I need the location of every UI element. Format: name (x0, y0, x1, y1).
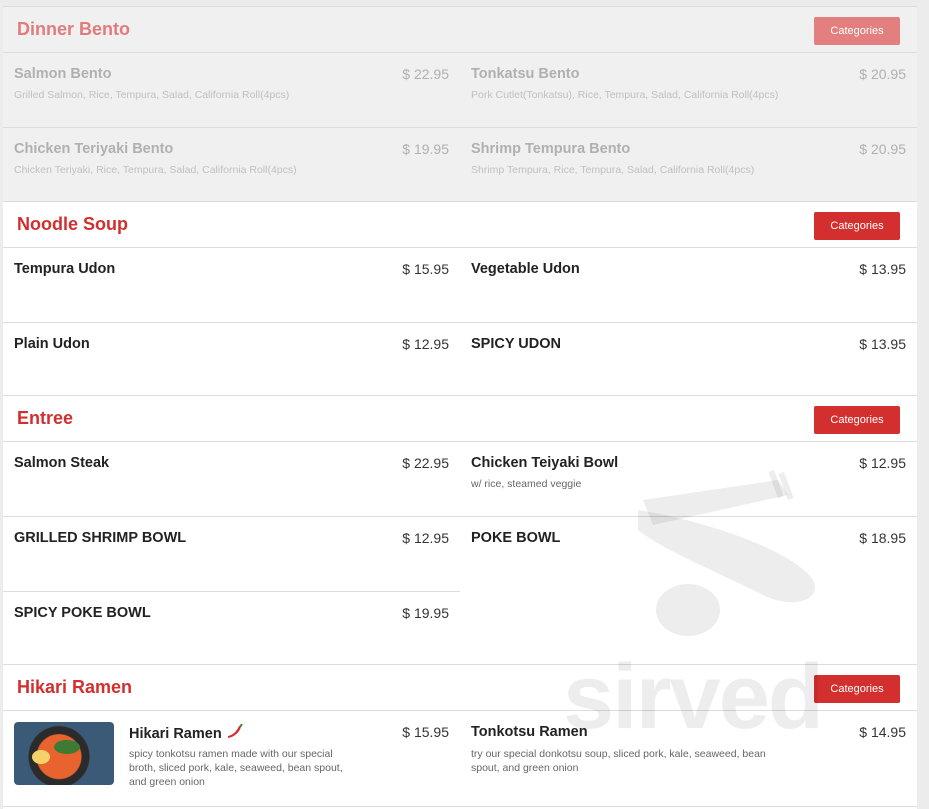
menu-item[interactable]: Hikari Ramen $ 15.95 spicy tonkotsu rame… (3, 711, 460, 807)
item-description: try our special donkotsu soup, sliced po… (471, 748, 766, 774)
ramen-photo (14, 722, 114, 785)
item-name: Chicken Teriyaki Bento (14, 141, 174, 157)
section-header: Dinner Bento Categories (3, 7, 917, 53)
section-entree: Entree Categories Salmon Steak $ 22.95 C… (3, 395, 917, 665)
item-description: Shrimp Tempura, Rice, Tempura, Salad, Ca… (471, 164, 755, 176)
menu-item[interactable]: SPICY POKE BOWL $ 19.95 (3, 592, 460, 666)
item-description: w/ rice, steamed veggie (471, 478, 582, 490)
section-dinner-bento: Dinner Bento Categories Salmon Bento $ 2… (3, 6, 917, 202)
item-price: $ 15.95 (402, 724, 449, 740)
menu-item[interactable]: Salmon Bento $ 22.95 Grilled Salmon, Ric… (3, 53, 460, 128)
item-name: Tempura Udon (14, 261, 116, 277)
menu-item[interactable]: Vegetable Udon $ 13.95 (460, 248, 917, 323)
item-description: Grilled Salmon, Rice, Tempura, Salad, Ca… (14, 89, 290, 101)
item-description: spicy tonkotsu ramen made with our speci… (129, 748, 343, 788)
menu-item[interactable]: Shrimp Tempura Bento $ 20.95 Shrimp Temp… (460, 128, 917, 202)
item-price: $ 22.95 (402, 66, 449, 82)
item-price: $ 12.95 (402, 336, 449, 352)
item-price: $ 20.95 (859, 66, 906, 82)
menu-item[interactable]: POKE BOWL $ 18.95 (460, 517, 917, 591)
item-name: Tonkatsu Bento (471, 66, 580, 82)
menu-page: Dinner Bento Categories Salmon Bento $ 2… (3, 0, 917, 809)
section-noodle-soup: Noodle Soup Categories Tempura Udon $ 15… (3, 201, 917, 396)
menu-item[interactable]: SPICY UDON $ 13.95 (460, 323, 917, 397)
section-header: Noodle Soup Categories (3, 202, 917, 248)
item-price: $ 13.95 (859, 336, 906, 352)
item-name: SPICY UDON (471, 336, 561, 352)
item-price: $ 19.95 (402, 141, 449, 157)
item-name: Plain Udon (14, 336, 90, 352)
item-name: Salmon Bento (14, 66, 112, 82)
categories-button[interactable]: Categories (814, 675, 900, 703)
categories-button[interactable]: Categories (814, 212, 900, 240)
item-name: Vegetable Udon (471, 261, 580, 277)
item-name: SPICY POKE BOWL (14, 605, 151, 621)
item-description: Pork Cutlet(Tonkatsu), Rice, Tempura, Sa… (471, 89, 779, 101)
item-price: $ 14.95 (859, 724, 906, 740)
chili-pepper-icon (226, 723, 244, 744)
item-name: Tonkotsu Ramen (471, 724, 588, 740)
section-header: Entree Categories (3, 396, 917, 442)
section-title: Hikari Ramen (17, 677, 133, 697)
menu-item[interactable]: Plain Udon $ 12.95 (3, 323, 460, 397)
categories-button[interactable]: Categories (814, 406, 900, 434)
item-price: $ 22.95 (402, 455, 449, 471)
item-name: Hikari Ramen (129, 723, 244, 744)
menu-item[interactable]: Tempura Udon $ 15.95 (3, 248, 460, 323)
item-name: Salmon Steak (14, 455, 110, 471)
section-title: Dinner Bento (17, 19, 131, 39)
item-name: POKE BOWL (471, 530, 561, 546)
menu-item[interactable]: Tonkotsu Ramen $ 14.95 try our special d… (460, 711, 917, 807)
categories-button[interactable]: Categories (814, 17, 900, 45)
menu-item[interactable]: Chicken Teiyaki Bowl $ 12.95 w/ rice, st… (460, 442, 917, 517)
section-title: Noodle Soup (17, 214, 128, 234)
item-name: GRILLED SHRIMP BOWL (14, 530, 187, 546)
section-hikari-ramen: Hikari Ramen Categories Hikari Ramen $ 1… (3, 664, 917, 809)
menu-item[interactable]: GRILLED SHRIMP BOWL $ 12.95 (3, 517, 460, 592)
item-price: $ 18.95 (859, 530, 906, 546)
item-price: $ 20.95 (859, 141, 906, 157)
menu-item[interactable]: Salmon Steak $ 22.95 (3, 442, 460, 517)
menu-item[interactable]: Tonkatsu Bento $ 20.95 Pork Cutlet(Tonka… (460, 53, 917, 128)
item-description: Chicken Teriyaki, Rice, Tempura, Salad, … (14, 164, 297, 176)
section-title: Entree (17, 408, 74, 428)
section-header: Hikari Ramen Categories (3, 665, 917, 711)
item-price: $ 15.95 (402, 261, 449, 277)
item-price: $ 13.95 (859, 261, 906, 277)
item-price: $ 12.95 (402, 530, 449, 546)
item-price: $ 19.95 (402, 605, 449, 621)
item-price: $ 12.95 (859, 455, 906, 471)
item-name: Chicken Teiyaki Bowl (471, 455, 619, 471)
menu-item[interactable]: Chicken Teriyaki Bento $ 19.95 Chicken T… (3, 128, 460, 202)
item-name: Shrimp Tempura Bento (471, 141, 631, 157)
